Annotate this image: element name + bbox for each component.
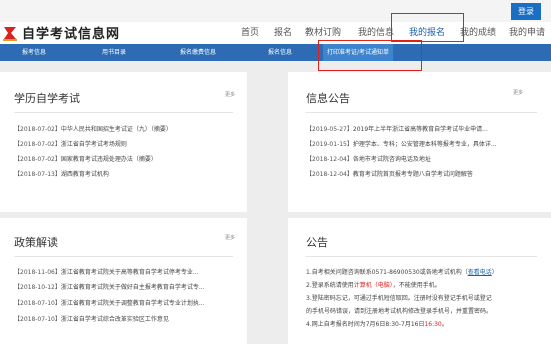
divider <box>14 112 233 113</box>
list-item[interactable]: 【2018-07-10】浙江省教育考试院关于调整教育自学考试专业计划执... <box>14 298 205 307</box>
divider <box>306 256 537 257</box>
announcement-line-5: 4.网上自考报名时间为7月6日8:30-7月16日16:30。 <box>306 321 448 328</box>
panel-policy: 政策解读 更多 【2018-11-06】浙江省教育考试院关于高等教育自学考试停考… <box>0 218 247 344</box>
announcement-line-4: 的手机号码错误，请到注册地考试机构修改登录手机号，并重置密码。 <box>306 308 493 315</box>
site-title: 自学考试信息网 <box>22 27 121 42</box>
highlight-box-print-ticket <box>318 40 422 71</box>
panel-title: 政策解读 <box>14 236 58 249</box>
list-item[interactable]: 【2018-07-02】中华人民共和国招生考试证（九）（摘要） <box>14 124 172 133</box>
subnav-payment-info[interactable]: 报名缴费信息 <box>180 44 216 61</box>
list-item[interactable]: 【2018-07-13】湖西教育考试机构 <box>14 169 109 178</box>
login-button[interactable]: 登录 <box>511 3 541 20</box>
panel-title: 公告 <box>306 236 328 249</box>
highlight-box-my-registration <box>391 13 464 42</box>
announcement-line-3: 3.登陆密码忘记，可通过手机短信取回。注册时没有登记手机号或登记 <box>306 295 492 302</box>
more-link[interactable]: 更多 <box>513 89 523 96</box>
list-item[interactable]: 【2018-07-10】浙江省自学考试综合改革实验区工作意见 <box>14 314 169 323</box>
panel-title: 学历自学考试 <box>14 92 80 105</box>
announcement-line-2: 2.登录系统请使用计算机（电脑），不能使用手机。 <box>306 282 441 289</box>
subnav-exam-info[interactable]: 报考信息 <box>22 44 46 61</box>
list-item[interactable]: 【2018-07-02】浙江省自学考试考场规则 <box>14 139 127 148</box>
sub-navigation: 报考信息 用书目录 报名缴费信息 报名信息 打印准考证/考试通知单 <box>0 44 551 61</box>
list-item[interactable]: 【2018-07-02】国家教育考试违规处理办法（摘要） <box>14 154 157 163</box>
logo-icon <box>2 23 18 42</box>
list-item[interactable]: 【2018-12-04】教育考试院首页报考专题八自学考试问题解答 <box>306 169 473 178</box>
divider <box>14 256 233 257</box>
nav-my-applications[interactable]: 我的申请 <box>509 22 545 44</box>
list-item[interactable]: 【2019-01-15】护理学本、专科；公安管理本科等报考专业，具体详... <box>306 139 497 148</box>
list-item[interactable]: 【2018-11-06】浙江省教育考试院关于高等教育自学考试停考专业... <box>14 267 199 276</box>
page: 登录 自学考试信息网 首页 报名 教材订购 我的信息 我的报名 我的成绩 我的申… <box>0 0 551 344</box>
announcement-line-1: 1.自考相关问题咨询联系0571-86900530或各地考试机构（查看电话） <box>306 269 498 276</box>
subnav-book-catalog[interactable]: 用书目录 <box>102 44 126 61</box>
site-logo[interactable]: 自学考试信息网 <box>2 23 120 42</box>
view-phone-link[interactable]: 查看电话 <box>468 269 492 276</box>
more-link[interactable]: 更多 <box>225 234 235 241</box>
nav-my-scores[interactable]: 我的成绩 <box>460 22 496 44</box>
header: 自学考试信息网 首页 报名 教材订购 我的信息 我的报名 我的成绩 我的申请 <box>0 22 551 44</box>
nav-home[interactable]: 首页 <box>241 22 259 44</box>
nav-register[interactable]: 报名 <box>274 22 292 44</box>
top-strip: 登录 <box>0 0 551 22</box>
list-item[interactable]: 【2018-10-12】浙江省教育考试院关于做好自主报考教育自学考试专... <box>14 282 205 291</box>
more-link[interactable]: 更多 <box>225 91 235 98</box>
panel-announcement: 公告 1.自考相关问题咨询联系0571-86900530或各地考试机构（查看电话… <box>288 218 551 344</box>
panel-notice: 信息公告 更多 【2019-05-27】2019年上半年浙江省高等教育自学考试毕… <box>288 72 551 212</box>
list-item[interactable]: 【2018-12-04】各地市考试院咨询电话及地址 <box>306 154 431 163</box>
list-item[interactable]: 【2019-05-27】2019年上半年浙江省高等教育自学考试毕业申请... <box>306 124 488 133</box>
subnav-registration-info[interactable]: 报名信息 <box>268 44 292 61</box>
panel-exam: 学历自学考试 更多 【2018-07-02】中华人民共和国招生考试证（九）（摘要… <box>0 72 247 212</box>
panel-title: 信息公告 <box>306 92 350 105</box>
divider <box>306 112 537 113</box>
